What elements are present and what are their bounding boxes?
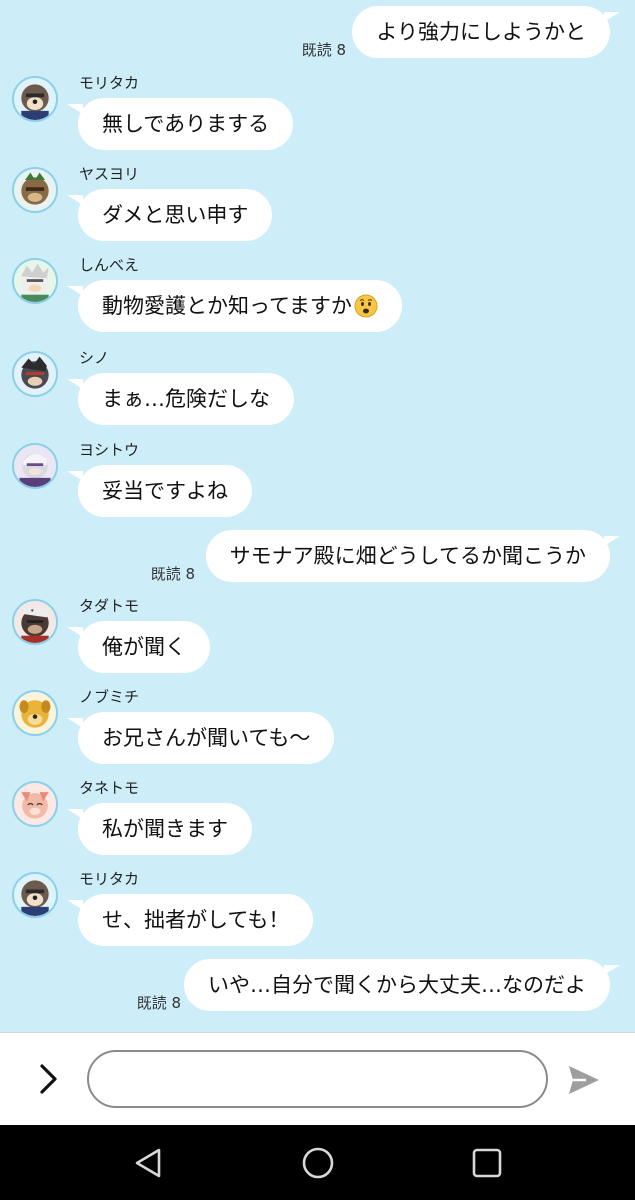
read-receipt: 既読 8: [301, 41, 346, 59]
outgoing-message: 既読 8 サモナア殿に畑どうしてるか聞こうか: [0, 526, 635, 586]
moritaka-avatar[interactable]: [12, 872, 58, 918]
sender-name: シノ: [79, 349, 110, 367]
message-bubble[interactable]: お兄さんが聞いても〜: [66, 712, 335, 764]
message-bubble[interactable]: より強力にしようかと: [352, 6, 620, 58]
sender-name: タダトモ: [79, 597, 140, 615]
incoming-message: シノ まぁ…危険だしな: [0, 347, 635, 437]
incoming-message: しんべえ 動物愛護とか知ってますか: [0, 254, 635, 344]
system-navigation-bar: [0, 1125, 635, 1200]
message-bubble[interactable]: 妥当ですよね: [67, 465, 252, 517]
moritaka-avatar[interactable]: [12, 76, 58, 122]
incoming-message: モリタカ せ、拙者がしても！: [0, 868, 635, 958]
message-bubble[interactable]: 俺が聞く: [67, 621, 210, 673]
chat-message-list[interactable]: 既読 8 より強力にしようかと モリタカ 無しでありまする ヤスヨリ ダメと思い…: [0, 0, 635, 1032]
message-input[interactable]: [87, 1050, 548, 1108]
message-input-bar: [0, 1032, 635, 1125]
recents-square-icon[interactable]: [469, 1145, 505, 1181]
incoming-message: ヤスヨリ ダメと思い申す: [0, 163, 635, 253]
message-bubble[interactable]: 無しでありまする: [66, 98, 294, 150]
outgoing-message: 既読 8 より強力にしようかと: [0, 2, 635, 62]
sender-name: ノブミチ: [79, 688, 140, 706]
nobumichi-avatar[interactable]: [12, 690, 58, 736]
sender-name: タネトモ: [79, 779, 140, 797]
message-bubble[interactable]: まぁ…危険だしな: [67, 373, 294, 425]
back-triangle-icon[interactable]: [131, 1145, 167, 1181]
shinbee-avatar[interactable]: [12, 258, 58, 304]
message-bubble[interactable]: ダメと思い申す: [66, 189, 273, 241]
home-circle-icon[interactable]: [300, 1145, 336, 1181]
message-bubble[interactable]: いや…自分で聞くから大丈夫…なのだよ: [184, 959, 620, 1011]
sender-name: しんべえ: [79, 256, 140, 274]
tadatomo-avatar[interactable]: [12, 599, 58, 645]
sender-name: モリタカ: [79, 74, 140, 92]
message-bubble[interactable]: せ、拙者がしても！: [66, 894, 314, 946]
shino-avatar[interactable]: [12, 351, 58, 397]
sender-name: ヨシトウ: [79, 441, 140, 459]
read-receipt: 既読 8: [150, 565, 195, 583]
message-bubble[interactable]: 私が聞きます: [67, 803, 252, 855]
yoshitou-avatar[interactable]: [12, 443, 58, 489]
read-receipt: 既読 8: [136, 994, 181, 1012]
message-bubble[interactable]: 動物愛護とか知ってますか: [67, 280, 402, 332]
sender-name: モリタカ: [79, 870, 140, 888]
incoming-message: ノブミチ お兄さんが聞いても〜: [0, 686, 635, 776]
sender-name: ヤスヨリ: [79, 165, 140, 183]
send-icon[interactable]: [566, 1063, 602, 1097]
message-text: 動物愛護とか知ってますか: [102, 294, 352, 318]
message-bubble[interactable]: サモナア殿に畑どうしてるか聞こうか: [205, 530, 621, 582]
chevron-right-icon[interactable]: [34, 1061, 64, 1097]
incoming-message: タネトモ 私が聞きます: [0, 777, 635, 867]
incoming-message: タダトモ 俺が聞く: [0, 595, 635, 685]
tanetomo-avatar[interactable]: [12, 781, 58, 827]
incoming-message: モリタカ 無しでありまする: [0, 72, 635, 162]
anguished-face-emoji: [354, 294, 378, 318]
outgoing-message: 既読 8 いや…自分で聞くから大丈夫…なのだよ: [0, 955, 635, 1015]
yasuyori-avatar[interactable]: [12, 167, 58, 213]
incoming-message: ヨシトウ 妥当ですよね: [0, 439, 635, 529]
